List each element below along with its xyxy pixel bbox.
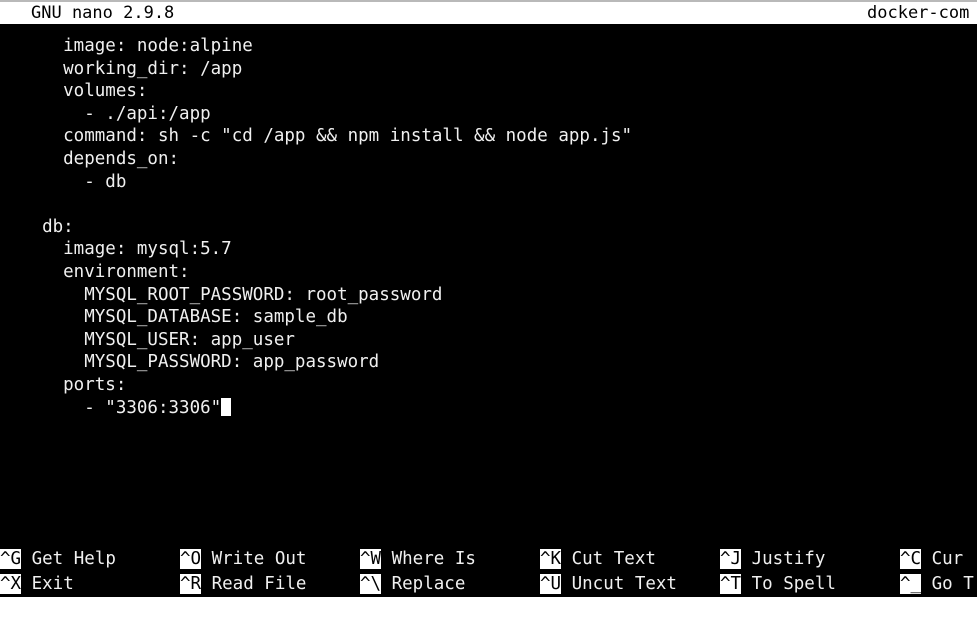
nano-editor-window: GNU nano 2.9.8 docker-com image: node:al…	[0, 0, 977, 617]
shortcut-key: ^\	[360, 574, 382, 594]
shortcut-row-secondary: ^X Exit ^R Read File ^\ Replace ^U Uncut Te…	[0, 572, 977, 597]
code-line-text: working_dir: /app	[21, 58, 243, 79]
code-line-text: db:	[21, 216, 74, 237]
shortcut-label: Write Out	[201, 549, 307, 569]
code-line-text: MYSQL_ROOT_PASSWORD: root_password	[21, 284, 443, 305]
shortcut-row-primary: ^G Get Help ^O Write Out ^W Where Is ^K Cut…	[0, 547, 977, 572]
shortcut-read-file[interactable]: ^R Read File	[180, 572, 306, 597]
text-cursor	[221, 397, 232, 416]
shortcut-help-bar: ^G Get Help ^O Write Out ^W Where Is ^K Cut…	[0, 547, 977, 597]
shortcut-key: ^K	[540, 549, 562, 569]
shortcut-key: ^G	[0, 549, 22, 569]
shortcut-get-help[interactable]: ^G Get Help	[0, 547, 116, 572]
code-line[interactable]: - db	[0, 171, 977, 194]
code-line[interactable]: working_dir: /app	[0, 58, 977, 81]
shortcut-where-is[interactable]: ^W Where Is	[360, 547, 476, 572]
shortcut-label: Justify	[741, 549, 826, 569]
shortcut-replace[interactable]: ^\ Replace	[360, 572, 465, 597]
shortcut-key: ^U	[540, 574, 562, 594]
code-line[interactable]: MYSQL_USER: app_user	[0, 329, 977, 352]
shortcut-label: Cut Text	[561, 549, 656, 569]
code-line[interactable]: - ./api:/app	[0, 103, 977, 126]
code-line-text: environment:	[21, 261, 190, 282]
code-line[interactable]: volumes:	[0, 80, 977, 103]
shortcut-key: ^J	[720, 549, 742, 569]
code-line-text: image: node:alpine	[21, 36, 253, 56]
shortcut-key: ^C	[900, 549, 922, 569]
shortcut-label: Uncut Text	[561, 574, 677, 594]
filename-label: docker-com	[867, 3, 970, 23]
shortcut-label: Read File	[201, 574, 307, 594]
shortcut-justify[interactable]: ^J Justify	[720, 547, 825, 572]
code-line-text: - "3306:3306"	[21, 397, 222, 418]
shortcut-key: ^O	[180, 549, 202, 569]
shortcut-label: Replace	[381, 574, 466, 594]
code-line-text: MYSQL_DATABASE: sample_db	[21, 307, 348, 328]
shortcut-label: Go T	[921, 574, 974, 594]
code-line-text: MYSQL_PASSWORD: app_password	[21, 352, 380, 373]
code-line[interactable]: image: mysql:5.7	[0, 238, 977, 261]
code-line-text: - ./api:/app	[21, 103, 211, 124]
shortcut-key: ^W	[360, 549, 382, 569]
code-line-text: depends_on:	[21, 148, 180, 169]
code-line[interactable]: MYSQL_ROOT_PASSWORD: root_password	[0, 284, 977, 307]
shortcut-cut-text[interactable]: ^K Cut Text	[540, 547, 656, 572]
shortcut-key: ^R	[180, 574, 202, 594]
shortcut-key: ^X	[0, 574, 22, 594]
code-line[interactable]: depends_on:	[0, 148, 977, 171]
code-line[interactable]: image: node:alpine	[0, 35, 977, 58]
editor-text-area[interactable]: image: node:alpine working_dir: /app vol…	[0, 24, 977, 547]
code-line-text: volumes:	[21, 81, 148, 102]
window-bottom-filler	[0, 597, 977, 617]
shortcut-exit[interactable]: ^X Exit	[0, 572, 74, 597]
shortcut-label: Get Help	[21, 549, 116, 569]
code-line-text: image: mysql:5.7	[21, 239, 232, 260]
shortcut-label: Exit	[21, 574, 74, 594]
code-line[interactable]	[0, 193, 977, 216]
title-bar: GNU nano 2.9.8 docker-com	[0, 2, 977, 24]
code-line[interactable]: - "3306:3306"	[0, 397, 977, 420]
code-line[interactable]: command: sh -c "cd /app && npm install &…	[0, 125, 977, 148]
code-line-text: - db	[21, 171, 127, 192]
shortcut-key: ^_	[900, 574, 922, 594]
app-title: GNU nano 2.9.8	[31, 3, 175, 23]
shortcut-label: Where Is	[381, 549, 476, 569]
code-line[interactable]: ports:	[0, 374, 977, 397]
shortcut-label: To Spell	[741, 574, 836, 594]
shortcut-uncut-text[interactable]: ^U Uncut Text	[540, 572, 677, 597]
code-line-text: command: sh -c "cd /app && npm install &…	[21, 126, 633, 147]
shortcut-to-spell[interactable]: ^T To Spell	[720, 572, 836, 597]
code-line-text: ports:	[21, 374, 127, 395]
code-line-text: MYSQL_USER: app_user	[21, 329, 295, 350]
code-line[interactable]: MYSQL_PASSWORD: app_password	[0, 351, 977, 374]
shortcut-cur[interactable]: ^C Cur	[900, 547, 963, 572]
shortcut-go-t[interactable]: ^_ Go T	[900, 572, 974, 597]
shortcut-key: ^T	[720, 574, 742, 594]
code-line[interactable]: MYSQL_DATABASE: sample_db	[0, 306, 977, 329]
shortcut-label: Cur	[921, 549, 964, 569]
code-line[interactable]: db:	[0, 216, 977, 239]
shortcut-write-out[interactable]: ^O Write Out	[180, 547, 306, 572]
code-line[interactable]: environment:	[0, 261, 977, 284]
